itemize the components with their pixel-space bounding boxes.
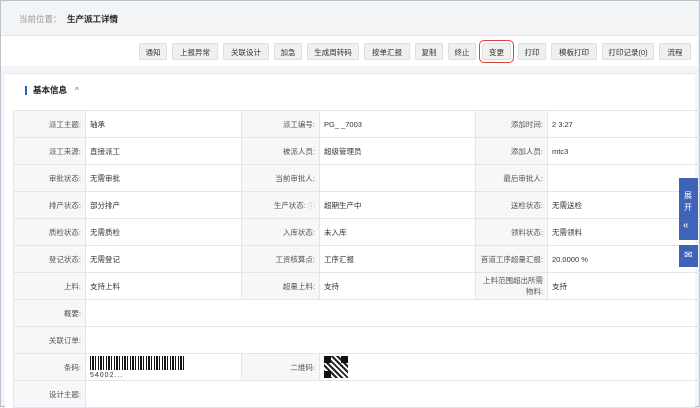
table-row: 质检状态: 无需质检 入库状态: 未入库 领料状态: 无需领料 <box>14 219 700 246</box>
expand-label: 展开 <box>684 190 693 214</box>
field-value: 超级管理员 <box>320 138 476 165</box>
table-row: 上料: 支持上料 超量上料: 支持 上料范围超出所需物料: 支持 <box>14 273 700 300</box>
field-value: 无需审批 <box>86 165 242 192</box>
field-value: 20.0000 % <box>548 246 700 273</box>
section-title: 基本信息 <box>25 86 67 95</box>
field-label: 概要: <box>14 300 86 327</box>
field-label: 工资核算点: <box>242 246 320 273</box>
field-label: 领料状态: <box>476 219 548 246</box>
workflow-button[interactable]: 流程 <box>659 43 691 60</box>
field-label: 二维码: <box>242 354 320 381</box>
field-label: 入库状态: <box>242 219 320 246</box>
field-value: 无需送检 <box>548 192 700 219</box>
action-toolbar: 通知 上报异常 关联设计 加急 生成周转码 按单汇报 复制 终止 变更 打印 模… <box>1 36 698 66</box>
table-row: 关联订单: <box>14 327 700 354</box>
field-label: 添加人员: <box>476 138 548 165</box>
field-label: 条码: <box>14 354 86 381</box>
field-value: 支持 <box>320 273 476 300</box>
field-value: 轴承 <box>86 111 242 138</box>
field-value: 支持上料 <box>86 273 242 300</box>
field-label: 派工来源: <box>14 138 86 165</box>
field-label: 审批状态: <box>14 165 86 192</box>
print-records-button[interactable]: 打印记录(0) <box>602 43 654 60</box>
basic-info-card: 基本信息 ^ 派工主题: 轴承 派工编号: PG_ _7003 添加时间: 2 … <box>5 73 695 408</box>
change-button[interactable]: 变更 <box>482 43 511 60</box>
field-label-text: 生产状态: <box>274 201 306 210</box>
field-label: 送检状态: <box>476 192 548 219</box>
collapse-chevron-icon[interactable]: ^ <box>75 86 79 95</box>
double-chevron-left-icon: « <box>683 220 689 231</box>
copy-button[interactable]: 复制 <box>415 43 443 60</box>
barcode-number: 54002... <box>90 372 237 379</box>
field-value: 未入库 <box>320 219 476 246</box>
table-row: 条码: 54002... 二维码: <box>14 354 700 381</box>
barcode-cell: 54002... <box>86 354 242 381</box>
field-value: 无需登记 <box>86 246 242 273</box>
field-value: PG_ _7003 <box>320 111 476 138</box>
chat-icon[interactable]: ✉ <box>679 245 698 267</box>
table-row: 登记状态: 无需登记 工资核算点: 工序汇报 首道工序超量汇报: 20.0000… <box>14 246 700 273</box>
breadcrumb-label: 当前位置： <box>19 13 62 25</box>
field-value: 工序汇报 <box>320 246 476 273</box>
field-label: 上料范围超出所需物料: <box>476 273 548 300</box>
field-value <box>548 165 700 192</box>
print-button[interactable]: 打印 <box>518 43 546 60</box>
field-label: 上料: <box>14 273 86 300</box>
qrcode-image <box>324 356 348 378</box>
report-exception-button[interactable]: 上报异常 <box>172 43 218 60</box>
report-by-order-button[interactable]: 按单汇报 <box>364 43 410 60</box>
field-value: 无需质检 <box>86 219 242 246</box>
field-label: 被派人员: <box>242 138 320 165</box>
field-value: 2 3:27 <box>548 111 700 138</box>
page-title: 生产派工详情 <box>67 13 118 25</box>
link-design-button[interactable]: 关联设计 <box>223 43 269 60</box>
table-row: 概要: <box>14 300 700 327</box>
design-topic-value <box>86 381 700 408</box>
expand-side-panel[interactable]: 展开 « <box>679 178 698 240</box>
urgent-button[interactable]: 加急 <box>274 43 302 60</box>
table-row: 排产状态: 部分排产 生产状态: ⓘ 超期生产中 送检状态: 无需送检 <box>14 192 700 219</box>
field-label: 生产状态: ⓘ <box>242 192 320 219</box>
field-value: 部分排产 <box>86 192 242 219</box>
field-label: 当前审批人: <box>242 165 320 192</box>
field-label: 关联订单: <box>14 327 86 354</box>
table-row: 派工来源: 直接派工 被派人员: 超级管理员 添加人员: mtc3 <box>14 138 700 165</box>
field-label: 超量上料: <box>242 273 320 300</box>
field-value: mtc3 <box>548 138 700 165</box>
field-value: 无需领料 <box>548 219 700 246</box>
notify-button[interactable]: 通知 <box>139 43 167 60</box>
field-value <box>320 165 476 192</box>
field-label: 添加时间: <box>476 111 548 138</box>
template-print-button[interactable]: 模板打印 <box>551 43 597 60</box>
field-value: 直接派工 <box>86 138 242 165</box>
field-label: 最后审批人: <box>476 165 548 192</box>
table-row: 设计主题: <box>14 381 700 408</box>
info-table: 派工主题: 轴承 派工编号: PG_ _7003 添加时间: 2 3:27 派工… <box>13 110 700 408</box>
generate-turnover-code-button[interactable]: 生成周转码 <box>307 43 359 60</box>
field-label: 派工主题: <box>14 111 86 138</box>
linked-order-value <box>86 327 700 354</box>
qrcode-cell <box>320 354 700 381</box>
field-value: 支持 <box>548 273 700 300</box>
barcode-image <box>90 356 186 370</box>
info-icon[interactable]: ⓘ <box>308 203 315 210</box>
field-value: 超期生产中 <box>320 192 476 219</box>
table-row: 审批状态: 无需审批 当前审批人: 最后审批人: <box>14 165 700 192</box>
field-label: 质检状态: <box>14 219 86 246</box>
field-label: 登记状态: <box>14 246 86 273</box>
field-label: 排产状态: <box>14 192 86 219</box>
breadcrumb: 当前位置： 生产派工详情 <box>1 1 698 36</box>
field-label: 首道工序超量汇报: <box>476 246 548 273</box>
summary-value <box>86 300 700 327</box>
table-row: 派工主题: 轴承 派工编号: PG_ _7003 添加时间: 2 3:27 <box>14 111 700 138</box>
terminate-button[interactable]: 终止 <box>448 43 476 60</box>
field-label: 设计主题: <box>14 381 86 408</box>
field-label: 派工编号: <box>242 111 320 138</box>
